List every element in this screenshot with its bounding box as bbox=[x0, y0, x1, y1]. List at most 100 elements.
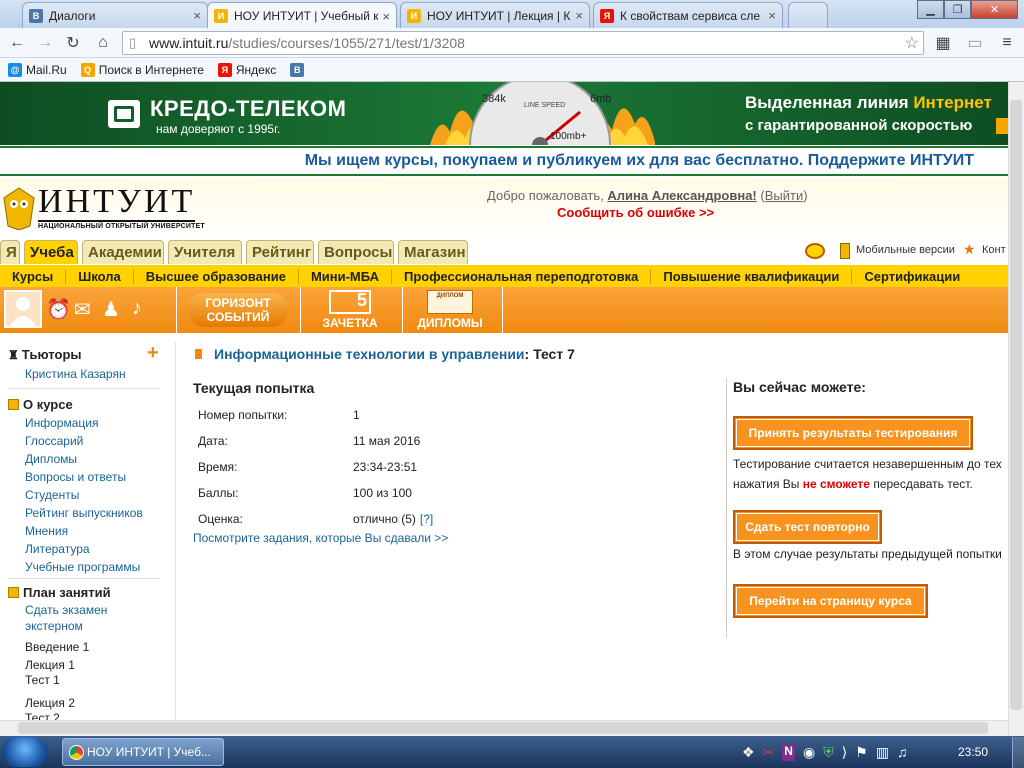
vertical-scroll-thumb[interactable] bbox=[1010, 100, 1022, 710]
arrow-icon[interactable]: ⟩ bbox=[842, 744, 847, 761]
avatar[interactable] bbox=[4, 290, 42, 328]
attempt-label: Время: bbox=[198, 460, 238, 474]
subnav-item[interactable]: Профессиональная переподготовка bbox=[392, 268, 652, 284]
site-tab[interactable]: Я bbox=[0, 240, 20, 264]
go-to-course-button[interactable]: Перейти на страницу курса bbox=[733, 584, 928, 618]
subnav-item[interactable]: Сертификации bbox=[852, 269, 972, 284]
site-tab[interactable]: Академии bbox=[82, 240, 164, 264]
view-tasks-link[interactable]: Посмотрите задания, которые Вы сдавали >… bbox=[193, 531, 448, 545]
sidebar-link[interactable]: Учебные программы bbox=[25, 558, 143, 576]
bookmark-item[interactable]: B bbox=[290, 62, 308, 77]
forward-icon[interactable]: → bbox=[34, 32, 56, 54]
close-tab-icon[interactable]: × bbox=[768, 8, 776, 23]
feedback-icon[interactable] bbox=[805, 243, 825, 259]
sidebar-link[interactable]: Информация bbox=[25, 414, 143, 432]
maximize-button[interactable]: ❐ bbox=[944, 0, 971, 19]
logout-link[interactable]: Выйти bbox=[765, 188, 804, 203]
external-exam-link[interactable]: Сдать экзамен экстерном bbox=[25, 602, 107, 634]
bookmark-item[interactable]: @ Mail.Ru bbox=[8, 62, 67, 77]
browser-tab[interactable]: И НОУ ИНТУИТ | Учебный к × bbox=[207, 2, 397, 29]
sidebar-link[interactable]: Литература bbox=[25, 540, 143, 558]
contacts-link[interactable]: Конт bbox=[982, 244, 1006, 256]
close-tab-icon[interactable]: × bbox=[382, 9, 390, 24]
sidebar-link[interactable]: Вопросы и ответы bbox=[25, 468, 143, 486]
security-shield-icon[interactable]: ⛨ bbox=[823, 744, 834, 761]
plan-item-test1[interactable]: Тест 1 bbox=[25, 673, 60, 688]
mail-icon[interactable]: ✉ bbox=[74, 297, 91, 322]
sidebar-link[interactable]: Мнения bbox=[25, 522, 143, 540]
gradebook-button[interactable]: 5 ЗАЧЕТКА bbox=[314, 290, 386, 330]
sidebar-link[interactable]: Дипломы bbox=[25, 450, 143, 468]
banner-cta-button[interactable] bbox=[996, 118, 1008, 134]
site-tab[interactable]: Учителя bbox=[168, 240, 242, 264]
user-name-link[interactable]: Алина Александровна! bbox=[607, 188, 756, 203]
bookmark-item[interactable]: Q Поиск в Интернете bbox=[80, 62, 204, 77]
tray-disc-icon[interactable]: ◉ bbox=[803, 744, 815, 761]
taskbar-app-chrome[interactable]: НОУ ИНТУИТ | Учеб... bbox=[62, 738, 224, 766]
people-icon[interactable]: ♟ bbox=[102, 297, 120, 322]
close-tab-icon[interactable]: × bbox=[575, 8, 583, 23]
promo-strip[interactable]: Мы ищем курсы, покупаем и публикуем их д… bbox=[0, 146, 1008, 176]
back-icon[interactable]: ← bbox=[6, 32, 28, 54]
extension-2-icon[interactable]: ▭ bbox=[964, 32, 986, 54]
menu-icon[interactable]: ≡ bbox=[996, 32, 1018, 54]
intuit-owl-logo-icon[interactable] bbox=[2, 186, 36, 231]
network-icon[interactable]: ▥ bbox=[876, 744, 889, 761]
site-tab[interactable]: Магазин bbox=[398, 240, 468, 264]
flag-icon[interactable]: ⚑ bbox=[855, 744, 868, 761]
browser-tab[interactable]: В Диалоги × bbox=[22, 2, 208, 28]
course-title-link[interactable]: Информационные технологии в управлении bbox=[214, 346, 525, 362]
new-tab-button[interactable] bbox=[788, 2, 828, 28]
site-tab[interactable]: Рейтинг bbox=[246, 240, 314, 264]
subnav-item[interactable]: Высшее образование bbox=[134, 268, 299, 284]
home-icon[interactable]: ⌂ bbox=[92, 32, 114, 54]
volume-icon[interactable]: ♫ bbox=[897, 744, 908, 761]
contacts-icon[interactable]: ★ bbox=[963, 241, 976, 258]
ad-banner[interactable]: КРЕДО-ТЕЛЕКОМ нам доверяют с 1995г. 384k… bbox=[0, 82, 1008, 145]
browser-tab[interactable]: Я К свойствам сервиса сле × bbox=[593, 2, 783, 28]
star-icon[interactable]: ☆ bbox=[905, 33, 919, 53]
sidebar-link[interactable]: Студенты bbox=[25, 486, 143, 504]
site-tab[interactable]: Вопросы bbox=[318, 240, 394, 264]
retake-test-button[interactable]: Сдать тест повторно bbox=[733, 510, 882, 544]
site-logo[interactable]: ИНТУИТ bbox=[38, 184, 196, 222]
plan-item-lecture2[interactable]: Лекция 2 bbox=[25, 696, 75, 711]
close-tab-icon[interactable]: × bbox=[193, 8, 201, 23]
address-bar[interactable]: ▯ www.intuit.ru/studies/courses/1055/271… bbox=[122, 31, 924, 55]
close-window-button[interactable]: ✕ bbox=[971, 0, 1018, 19]
minimize-button[interactable]: ▁ bbox=[917, 0, 944, 19]
bookmark-item[interactable]: Я Яндекс bbox=[217, 62, 276, 77]
onenote-icon[interactable]: N bbox=[782, 744, 795, 761]
plan-item-lecture1[interactable]: Лекция 1 bbox=[25, 658, 75, 673]
reload-icon[interactable]: ↻ bbox=[62, 32, 84, 54]
diplomas-button[interactable]: ДИПЛОМ ДИПЛОМЫ bbox=[410, 290, 490, 330]
subnav-item[interactable]: Курсы bbox=[0, 268, 67, 284]
sidebar-link[interactable]: Глоссарий bbox=[25, 432, 143, 450]
add-tutor-icon[interactable]: + bbox=[147, 342, 159, 365]
horizontal-scroll-thumb[interactable] bbox=[18, 722, 988, 734]
subnav-item[interactable]: Мини-МБА bbox=[299, 268, 392, 284]
mobile-versions-link[interactable]: Мобильные версии bbox=[856, 244, 955, 256]
clock[interactable]: 23:50 bbox=[958, 745, 988, 759]
subnav-item[interactable]: Повышение квалификации bbox=[651, 268, 853, 284]
events-horizon-button[interactable]: ГОРИЗОНТ СОБЫТИЙ bbox=[188, 293, 288, 327]
grade-help-link[interactable]: [?] bbox=[420, 512, 433, 526]
alarm-clock-icon[interactable]: ⏰ bbox=[46, 297, 71, 322]
tray-app-icon[interactable]: ❖ bbox=[742, 744, 755, 761]
accept-results-button[interactable]: Принять результаты тестирования bbox=[733, 416, 973, 450]
plan-item-test2[interactable]: Тест 2 bbox=[25, 711, 60, 720]
show-desktop-button[interactable] bbox=[1012, 737, 1024, 768]
browser-tab[interactable]: И НОУ ИНТУИТ | Лекция | К × bbox=[400, 2, 590, 28]
tray-tool-icon[interactable]: ✂ bbox=[763, 744, 775, 761]
extension-icon[interactable]: ▦ bbox=[932, 32, 954, 54]
sidebar-link[interactable]: Рейтинг выпускников bbox=[25, 504, 143, 522]
subnav-item[interactable]: Школа bbox=[66, 268, 134, 284]
report-error-link[interactable]: Сообщить об ошибке >> bbox=[557, 205, 714, 220]
attempt-row: Оценка: отлично (5) [?] bbox=[198, 506, 498, 532]
bell-icon[interactable]: ♪ bbox=[132, 297, 142, 320]
tutor-link[interactable]: Кристина Казарян bbox=[25, 365, 126, 383]
mobile-icon[interactable] bbox=[840, 243, 850, 259]
start-button[interactable] bbox=[2, 737, 48, 767]
site-tab[interactable]: Учеба bbox=[24, 240, 78, 264]
plan-item-intro[interactable]: Введение 1 bbox=[25, 638, 89, 656]
